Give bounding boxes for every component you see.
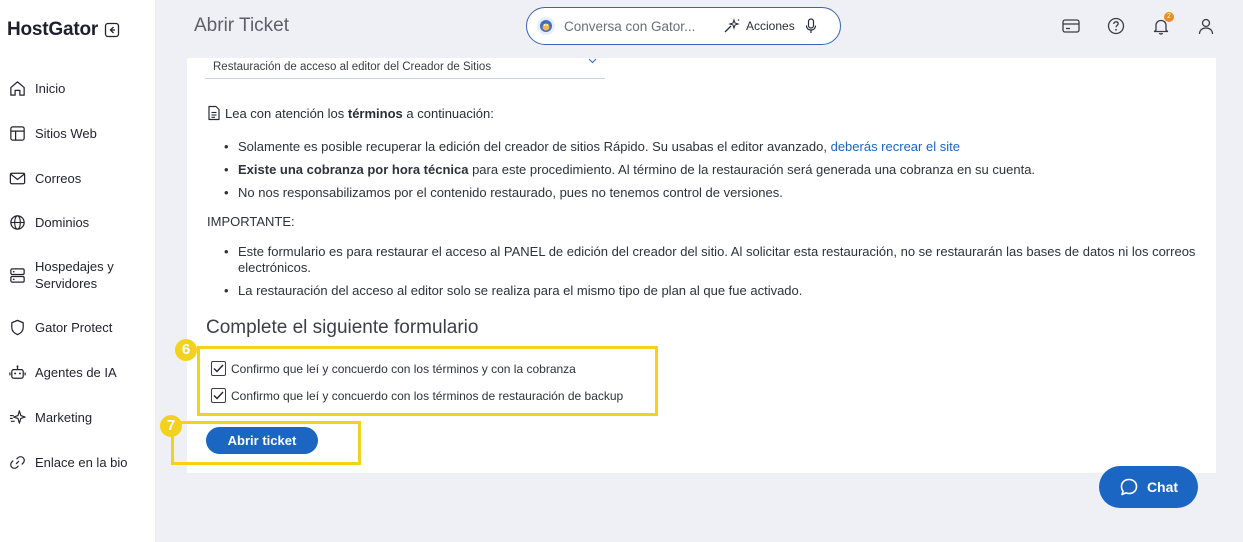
step-7-marker: 7	[160, 415, 182, 437]
sidebar-item-label: Correos	[35, 171, 82, 186]
sidebar-item-label: Gator Protect	[35, 320, 113, 335]
actions-label: Acciones	[746, 19, 795, 33]
terms-cobranza-checkbox[interactable]: Confirmo que leí y concuerdo con los tér…	[211, 361, 576, 376]
actions-button[interactable]: Acciones	[723, 18, 795, 34]
sidebar: HostGator Inicio Sitios Web Correos Domi…	[0, 0, 155, 542]
collapse-sidebar-icon[interactable]	[104, 22, 120, 38]
list-item: No nos responsabilizamos por el contenid…	[222, 185, 1182, 201]
robot-icon	[9, 365, 26, 379]
sidebar-item-correos[interactable]: Correos	[0, 169, 155, 188]
shield-icon	[11, 319, 24, 336]
sidebar-item-label: Sitios Web	[35, 126, 97, 141]
chat-label: Chat	[1146, 479, 1179, 495]
layout-icon	[10, 126, 25, 141]
home-icon	[10, 81, 25, 96]
checkbox-highlight-box	[197, 346, 658, 416]
sidebar-item-inicio[interactable]: Inicio	[0, 79, 155, 98]
link-icon	[10, 456, 25, 469]
sidebar-item-dominios[interactable]: Dominios	[0, 213, 155, 232]
magic-wand-icon	[724, 18, 740, 33]
terms-backup-checkbox[interactable]: Confirmo que leí y concuerdo con los tér…	[211, 388, 623, 403]
sidebar-item-label: Marketing	[35, 410, 93, 425]
search-input[interactable]: Conversa con Gator...	[564, 19, 709, 34]
sidebar-item-label: Enlace en la bio	[35, 455, 128, 470]
gator-avatar-icon	[537, 17, 555, 35]
page-title: Abrir Ticket	[194, 15, 290, 36]
sidebar-item-label: Agentes de IA	[35, 365, 117, 380]
mail-icon	[9, 172, 26, 185]
list-item: La restauración del acceso al editor sol…	[222, 283, 1197, 299]
chevron-down-icon	[588, 56, 597, 67]
list-item: Solamente es posible recuperar la edició…	[222, 139, 1182, 155]
user-account-icon[interactable]	[1196, 16, 1216, 36]
sidebar-item-hospedajes[interactable]: Hospedajes y Servidores	[0, 258, 155, 292]
sparkle-icon	[9, 410, 26, 424]
gator-search-bar[interactable]: Conversa con Gator... Acciones	[526, 7, 841, 45]
important-list: Este formulario es para restaurar el acc…	[222, 244, 1197, 299]
terms-intro: Lea con atención los términos a continua…	[207, 105, 494, 121]
sidebar-item-agentes-ia[interactable]: Agentes de IA	[0, 363, 155, 382]
important-label: IMPORTANTE:	[207, 214, 295, 229]
help-icon[interactable]	[1106, 16, 1126, 36]
notifications-bell-icon[interactable]: 2	[1151, 12, 1174, 36]
microphone-icon[interactable]	[805, 18, 817, 34]
logo[interactable]: HostGator	[7, 19, 120, 41]
list-item: Existe una cobranza por hora técnica par…	[222, 162, 1182, 178]
sidebar-item-marketing[interactable]: Marketing	[0, 408, 155, 427]
terms-intro-text: Lea con atención los términos a continua…	[225, 105, 494, 121]
open-ticket-button[interactable]: Abrir ticket	[206, 427, 318, 454]
checkbox-label: Confirmo que leí y concuerdo con los tér…	[231, 361, 576, 376]
chat-bubble-icon	[1120, 478, 1138, 496]
notification-badge: 2	[1164, 12, 1174, 22]
sidebar-item-gator-protect[interactable]: Gator Protect	[0, 318, 155, 337]
step-6-marker: 6	[175, 339, 197, 361]
sidebar-item-label: Hospedajes y Servidores	[35, 259, 114, 291]
checkbox-label: Confirmo que leí y concuerdo con los tér…	[231, 388, 624, 403]
sidebar-item-label: Dominios	[35, 215, 90, 230]
checkbox-icon[interactable]	[211, 361, 226, 376]
ticket-type-select[interactable]: Restauración de acceso al editor del Cre…	[205, 56, 605, 79]
logo-text: HostGator	[7, 19, 99, 40]
recreate-site-link[interactable]: deberás recrear el site	[831, 139, 960, 154]
list-item: Este formulario es para restaurar el acc…	[222, 244, 1197, 276]
server-icon	[10, 267, 25, 283]
checkbox-icon[interactable]	[211, 388, 226, 403]
document-icon	[208, 105, 220, 121]
billing-card-icon[interactable]	[1061, 16, 1081, 36]
sidebar-item-enlace-bio[interactable]: Enlace en la bio	[0, 453, 155, 472]
globe-icon	[10, 215, 25, 230]
sidebar-item-label: Inicio	[35, 81, 66, 96]
sidebar-item-sitios-web[interactable]: Sitios Web	[0, 124, 155, 143]
form-title: Complete el siguiente formulario	[206, 317, 479, 338]
terms-list: Solamente es posible recuperar la edició…	[222, 139, 1182, 201]
chat-button[interactable]: Chat	[1099, 466, 1198, 508]
select-value: Restauración de acceso al editor del Cre…	[213, 61, 492, 73]
